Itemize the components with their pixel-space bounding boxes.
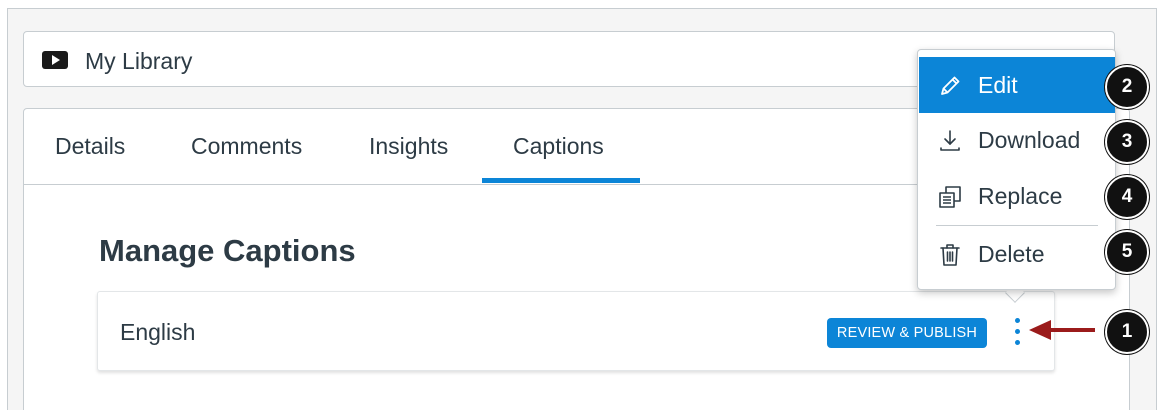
callout-1: 1	[1105, 310, 1149, 354]
caption-row: English REVIEW & PUBLISH	[97, 291, 1055, 371]
menu-item-label: Download	[978, 127, 1081, 153]
tab-captions[interactable]: Captions	[513, 133, 604, 160]
menu-item-label: Edit	[978, 72, 1018, 98]
menu-item-label: Delete	[978, 241, 1045, 267]
menu-item-edit[interactable]: Edit	[919, 57, 1115, 113]
section-title: Manage Captions	[99, 233, 356, 268]
download-icon	[940, 130, 960, 151]
tab-comments[interactable]: Comments	[191, 133, 302, 160]
callout-4: 4	[1105, 175, 1149, 219]
options-menu: Edit Download Replace Delete	[917, 49, 1116, 290]
replace-icon	[939, 186, 961, 208]
caption-language: English	[120, 319, 196, 345]
review-publish-button[interactable]: REVIEW & PUBLISH	[827, 318, 987, 348]
library-title[interactable]: My Library	[85, 48, 192, 75]
menu-item-download[interactable]: Download	[919, 112, 1115, 168]
arrow-pointer-icon	[1029, 320, 1095, 340]
tab-details[interactable]: Details	[55, 133, 125, 160]
active-tab-indicator	[482, 178, 640, 183]
callout-5: 5	[1105, 230, 1149, 274]
callout-3: 3	[1105, 120, 1149, 164]
pencil-icon	[941, 76, 960, 95]
menu-item-replace[interactable]: Replace	[919, 168, 1115, 224]
menu-item-label: Replace	[978, 183, 1063, 209]
kebab-menu-icon[interactable]	[1010, 315, 1024, 349]
tab-insights[interactable]: Insights	[369, 133, 448, 160]
callout-2: 2	[1105, 65, 1149, 109]
trash-icon	[940, 244, 960, 266]
menu-item-delete[interactable]: Delete	[919, 226, 1115, 282]
video-play-icon	[42, 51, 68, 69]
